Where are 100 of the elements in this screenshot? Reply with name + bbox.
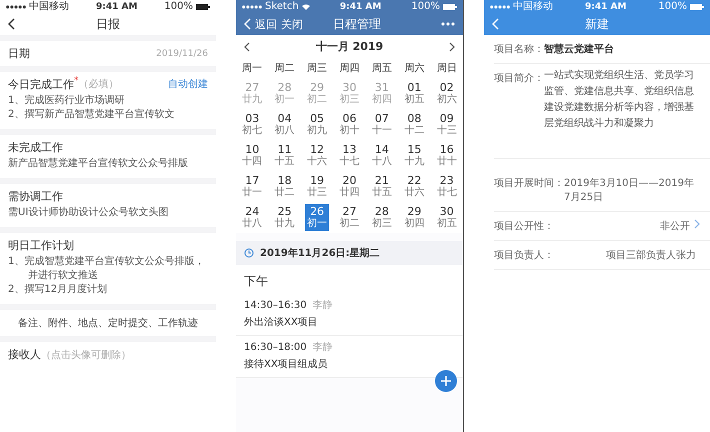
calendar-day[interactable]: 17 廿一 xyxy=(240,173,264,200)
receiver-label: 接收人 xyxy=(8,347,41,362)
status-time: 9:41 AM xyxy=(338,2,382,12)
calendar-day[interactable]: 16 廿十 xyxy=(434,142,459,169)
calendar-day[interactable]: 10 十四 xyxy=(240,142,264,169)
page-title: 新建 xyxy=(584,16,610,32)
work-item: 需UI设计师协助设计公众号软文头图 xyxy=(8,206,170,220)
battery-icon xyxy=(443,4,457,10)
calendar-day[interactable]: 07 十一 xyxy=(370,111,394,138)
section-title: 今日完成工作 xyxy=(8,77,74,92)
calendar-day[interactable]: 20 廿四 xyxy=(337,173,362,200)
calendar-day[interactable]: 22 廿六 xyxy=(402,173,426,200)
calendar-day[interactable]: 12 十六 xyxy=(305,142,330,169)
event-person: 李静 xyxy=(312,340,333,354)
calendar-day[interactable]: 23 廿七 xyxy=(434,173,459,200)
weekday-label: 周日 xyxy=(436,62,457,76)
calendar-day[interactable]: 08 十二 xyxy=(402,111,426,138)
field-label: 项目开展时间： xyxy=(494,176,564,190)
period-heading: 下午 xyxy=(236,265,463,294)
battery-icon xyxy=(690,4,704,10)
event-person: 李静 xyxy=(312,298,333,312)
project-description: 一站式实现党组织生活、党员学习监管、党建信息共享、党组织信息建设党建数据分析等内容，增强基层党组织战斗力和凝聚力 xyxy=(544,68,695,131)
next-month-icon[interactable] xyxy=(448,42,455,52)
calendar-day[interactable]: 18 廿二 xyxy=(272,173,297,200)
work-item: 2、撰写12月月度计划 xyxy=(8,283,108,297)
add-button[interactable] xyxy=(435,370,457,392)
status-time: 9:41 AM xyxy=(584,2,628,12)
weekday-label: 周二 xyxy=(274,62,295,76)
selected-date: 2019年11月26日:星期二 xyxy=(260,246,380,260)
section-title: 需协调工作 xyxy=(8,189,63,204)
calendar-day[interactable]: 29 初四 xyxy=(402,204,426,231)
month-title: 十一月 2019 xyxy=(316,39,384,54)
close-link[interactable]: 关闭 xyxy=(281,16,303,32)
clock-icon xyxy=(244,248,254,258)
field-label: 项目负责人： xyxy=(494,248,554,262)
work-item: 1、完成智慧党建平台宣传软文公众号排版，并进行软文推送 xyxy=(8,255,206,283)
calendar-day[interactable]: 15 十九 xyxy=(402,142,426,169)
previous-month-icon[interactable] xyxy=(244,42,250,52)
calendar-day[interactable]: 05 初九 xyxy=(305,111,330,138)
carrier-name: 中国移动 xyxy=(513,0,553,12)
weekday-label: 周六 xyxy=(404,62,424,76)
status-time: 9:41 AM xyxy=(94,2,138,12)
calendar-day[interactable]: 11 十五 xyxy=(272,142,297,169)
calendar-day[interactable]: 06 初十 xyxy=(337,111,362,138)
carrier-name: 中国移动 xyxy=(29,0,69,12)
weekday-label: 周三 xyxy=(307,62,328,76)
section-title: 未完成工作 xyxy=(8,140,63,155)
calendar-day[interactable]: 09 十三 xyxy=(434,111,459,138)
battery-icon xyxy=(196,4,210,10)
project-name: 智慧云党建平台 xyxy=(544,42,614,56)
page-title: 日程管理 xyxy=(333,16,382,32)
event-time: 16:30–18:00 xyxy=(244,342,307,353)
weekday-label: 周一 xyxy=(242,62,262,76)
calendar-day[interactable]: 28 初三 xyxy=(370,204,394,231)
date-label: 日期 xyxy=(8,46,30,61)
battery-percent: 100% xyxy=(411,0,440,12)
weekday-label: 周四 xyxy=(339,62,360,76)
calendar-day[interactable]: 30 初五 xyxy=(434,204,459,231)
event-title[interactable]: 外出洽谈XX项目 xyxy=(244,315,455,329)
battery-percent: 100% xyxy=(658,0,687,12)
auto-create-link[interactable]: 自动创建 xyxy=(168,77,208,91)
calendar-day[interactable]: 02 初六 xyxy=(434,80,459,107)
calendar-day[interactable]: 04 初八 xyxy=(272,111,297,138)
battery-percent: 100% xyxy=(164,0,193,12)
wifi-icon xyxy=(302,4,310,10)
page-title: 日报 xyxy=(95,16,121,32)
calendar-day[interactable]: 01 初五 xyxy=(402,80,426,107)
calendar-day[interactable]: 25 廿九 xyxy=(272,204,297,231)
calendar-day[interactable]: 27 初二 xyxy=(337,204,362,231)
calendar-day[interactable]: 26 初一 xyxy=(305,204,330,231)
calendar-day[interactable]: 14 十八 xyxy=(370,142,394,169)
field-label: 项目名称： xyxy=(494,43,544,56)
calendar-day[interactable]: 19 廿三 xyxy=(305,173,330,200)
more-icon[interactable] xyxy=(441,22,455,26)
calendar-day[interactable]: 24 廿八 xyxy=(240,204,264,231)
work-item: 新产品智慧党建平台宣传软文公众号排版 xyxy=(8,157,189,171)
signal-icon xyxy=(490,4,510,8)
field-label: 项目公开性： xyxy=(494,220,554,233)
required-mark: * xyxy=(74,77,78,85)
calendar-day[interactable]: 03 初七 xyxy=(240,111,264,138)
event-time: 14:30–16:30 xyxy=(244,300,307,311)
work-item: 1、完成医药行业市场调研 xyxy=(8,94,126,108)
receiver-hint: （点击头像可删除） xyxy=(41,348,131,362)
calendar-day[interactable]: 21 廿五 xyxy=(370,173,394,200)
section-title: 明日工作计划 xyxy=(8,238,74,253)
carrier-name: Sketch xyxy=(265,0,299,12)
field-value: 2019年3月10日——2019年7月25日 xyxy=(564,177,695,204)
field-value[interactable]: 非公开 xyxy=(660,219,690,233)
field-value: 项目三部负责人张力 xyxy=(606,248,696,262)
required-hint: （必填） xyxy=(78,78,118,91)
weekday-label: 周五 xyxy=(372,62,392,76)
signal-icon xyxy=(6,4,26,8)
work-item: 2、撰写新产品智慧党建平台宣传软文 xyxy=(8,108,176,122)
signal-icon xyxy=(242,4,262,8)
calendar-day[interactable]: 13 十七 xyxy=(337,142,362,169)
back-link[interactable]: 返回 xyxy=(255,16,277,32)
field-label: 项目简介： xyxy=(494,72,544,85)
extras-options[interactable]: 备注、附件、地点、定时提交、工作轨迹 xyxy=(0,310,216,336)
back-icon[interactable] xyxy=(8,18,15,30)
event-title[interactable]: 接待XX项目组成员 xyxy=(244,357,455,371)
